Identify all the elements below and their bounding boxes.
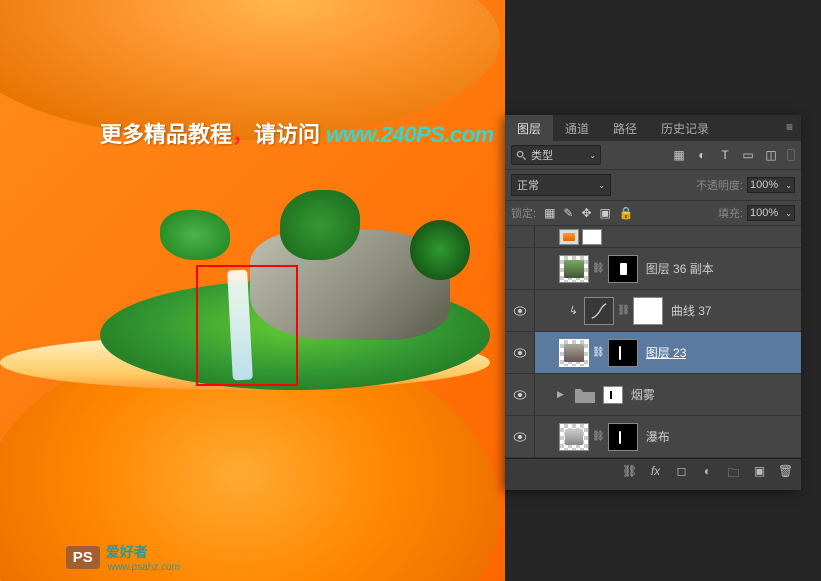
wm-part2: 请访问 <box>254 122 320 147</box>
mask-thumb[interactable] <box>603 386 623 404</box>
eye-icon <box>513 348 527 358</box>
layer-style-icon[interactable]: fx <box>648 464 663 485</box>
mask-thumb[interactable] <box>608 423 638 451</box>
chevron-down-icon: ⌄ <box>598 181 605 190</box>
opacity-input[interactable]: 100% ⌄ <box>747 177 795 193</box>
eye-icon <box>513 390 527 400</box>
opacity-label: 不透明度: <box>696 177 743 193</box>
tab-layers[interactable]: 图层 <box>505 115 553 141</box>
layer-thumb[interactable] <box>559 339 589 367</box>
watermark-text: 更多精品教程，请访问 www.240PS.com <box>100 117 494 149</box>
add-mask-icon[interactable]: ◻ <box>674 464 689 485</box>
mask-thumb[interactable] <box>633 297 663 325</box>
mask-thumb[interactable] <box>582 229 602 245</box>
link-icon[interactable]: ⛓ <box>617 305 630 316</box>
disclosure-triangle[interactable]: ▶ <box>557 389 564 400</box>
layer-row[interactable]: ⛓ 图层 36 副本 <box>505 248 801 290</box>
lock-row: 锁定: ▦ ✎ ✥ ▣ 🔒 填充: 100% ⌄ <box>505 201 801 226</box>
link-icon[interactable]: ⛓ <box>592 431 605 442</box>
layer-row[interactable]: ↳ ⛓ 曲线 37 <box>505 290 801 332</box>
fill-value: 100% <box>750 207 778 219</box>
filter-type-label: 类型 <box>531 147 553 163</box>
visibility-toggle[interactable] <box>505 226 535 247</box>
filter-shape-icon[interactable]: ▭ <box>741 148 755 162</box>
mask-thumb[interactable] <box>608 255 638 283</box>
layers-list: ⛓ 图层 36 副本 ↳ ⛓ 曲线 37 <box>505 226 801 458</box>
layer-name[interactable]: 图层 23 <box>646 344 687 361</box>
lock-position-icon[interactable]: ✥ <box>581 206 591 220</box>
layer-thumb[interactable] <box>559 255 589 283</box>
eye-icon <box>513 306 527 316</box>
filter-type-icon[interactable]: T <box>718 148 732 162</box>
visibility-toggle[interactable] <box>505 332 535 373</box>
new-layer-icon[interactable]: ▣ <box>752 464 767 485</box>
lock-label: 锁定: <box>511 205 536 221</box>
panel-footer: ⛓ fx ◻ ◐ 🗀 ▣ 🗑 <box>505 458 801 490</box>
delete-layer-icon[interactable]: 🗑 <box>778 464 793 485</box>
visibility-toggle[interactable] <box>505 416 535 457</box>
filter-smart-icon[interactable]: ◫ <box>764 148 778 162</box>
lock-transparency-icon[interactable]: ▦ <box>544 206 555 220</box>
fill-label: 填充: <box>718 205 743 221</box>
wm-part1: 更多精品教程 <box>100 122 232 147</box>
blend-mode-value: 正常 <box>517 177 539 193</box>
layers-panel: 图层 通道 路径 历史记录 ≡ 类型 ⌄ ▦ ◐ T ▭ ◫ 正常 ⌄ 不透明度… <box>505 115 801 490</box>
layer-filter-row: 类型 ⌄ ▦ ◐ T ▭ ◫ <box>505 141 801 170</box>
wm-brand: 爱好者 <box>106 542 180 562</box>
adjustment-layer-icon[interactable]: ◐ <box>700 464 715 485</box>
fill-input[interactable]: 100% ⌄ <box>747 205 795 221</box>
visibility-toggle[interactable] <box>505 248 535 289</box>
wm-comma: ， <box>232 122 254 147</box>
filter-adjustment-icon[interactable]: ◐ <box>695 148 709 162</box>
folder-icon <box>573 385 597 405</box>
link-icon[interactable]: ⛓ <box>592 347 605 358</box>
adjustment-thumb[interactable] <box>584 297 614 325</box>
blend-mode-dropdown[interactable]: 正常 ⌄ <box>511 174 611 196</box>
canvas-area[interactable]: 更多精品教程，请访问 www.240PS.com PS 爱好者 www.psah… <box>0 0 505 581</box>
dropdown-arrow-icon: ⌄ <box>589 151 596 160</box>
filter-toggle-icon[interactable] <box>787 149 795 161</box>
lock-pixels-icon[interactable]: ✎ <box>563 206 573 220</box>
folder-thumb[interactable] <box>570 381 600 409</box>
wm-url: www.240PS.com <box>326 122 494 147</box>
panel-menu-icon[interactable]: ≡ <box>778 115 801 141</box>
layer-row[interactable]: ⛓ 图层 23 <box>505 332 801 374</box>
eye-icon <box>513 432 527 442</box>
layer-name[interactable]: 瀑布 <box>646 428 670 445</box>
tab-paths[interactable]: 路径 <box>601 115 649 141</box>
new-group-icon[interactable]: 🗀 <box>726 464 741 485</box>
bottom-watermark: PS 爱好者 www.psahz.com <box>66 542 180 573</box>
visibility-toggle[interactable] <box>505 374 535 415</box>
wm-suburl: www.psahz.com <box>108 562 180 573</box>
layer-filter-dropdown[interactable]: 类型 ⌄ <box>511 145 601 165</box>
link-icon[interactable]: ⛓ <box>592 263 605 274</box>
blend-mode-row: 正常 ⌄ 不透明度: 100% ⌄ <box>505 170 801 201</box>
layer-name[interactable]: 图层 36 副本 <box>646 260 714 277</box>
panel-tabs: 图层 通道 路径 历史记录 ≡ <box>505 115 801 141</box>
layer-row[interactable]: ▶ 烟雾 <box>505 374 801 416</box>
layer-row[interactable] <box>505 226 801 248</box>
lock-all-icon[interactable]: 🔒 <box>619 206 634 220</box>
tab-history[interactable]: 历史记录 <box>649 115 721 141</box>
layer-name[interactable]: 曲线 37 <box>671 302 712 319</box>
layer-thumb[interactable] <box>559 229 579 245</box>
layer-row[interactable]: ⛓ 瀑布 <box>505 416 801 458</box>
filter-pixel-icon[interactable]: ▦ <box>672 148 686 162</box>
selection-marquee[interactable] <box>196 265 298 386</box>
layer-name[interactable]: 烟雾 <box>631 386 655 403</box>
chevron-down-icon: ⌄ <box>785 209 792 218</box>
search-icon <box>516 150 527 161</box>
lock-artboard-icon[interactable]: ▣ <box>600 206 611 220</box>
link-layers-icon[interactable]: ⛓ <box>622 464 637 485</box>
clip-indicator-icon: ↳ <box>567 303 579 318</box>
visibility-toggle[interactable] <box>505 290 535 331</box>
chevron-down-icon: ⌄ <box>785 181 792 190</box>
ps-badge: PS <box>66 546 100 569</box>
mask-thumb[interactable] <box>608 339 638 367</box>
layer-thumb[interactable] <box>559 423 589 451</box>
tab-channels[interactable]: 通道 <box>553 115 601 141</box>
opacity-value: 100% <box>750 179 778 191</box>
